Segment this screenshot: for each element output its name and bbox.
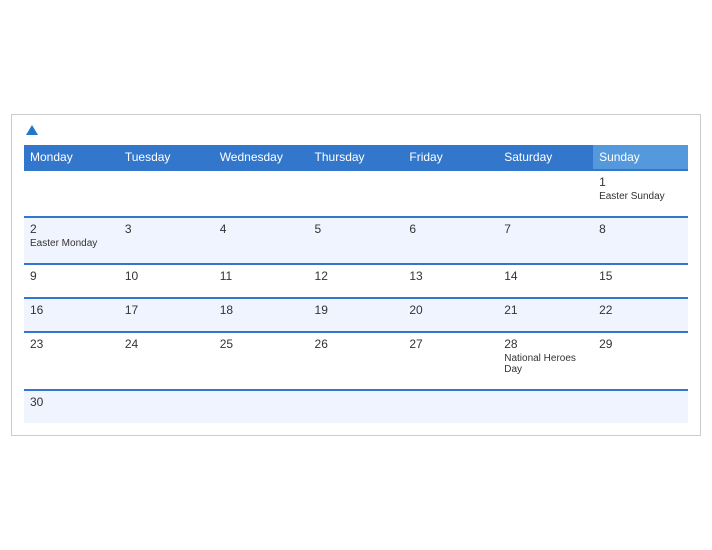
calendar-cell: 7 (498, 217, 593, 264)
calendar-cell: 11 (214, 264, 309, 298)
calendar-cell: 9 (24, 264, 119, 298)
day-number: 24 (125, 337, 208, 351)
day-number: 29 (599, 337, 682, 351)
day-number: 3 (125, 222, 208, 236)
week-row-4: 16 17 18 19 20 21 22 (24, 298, 688, 332)
day-number: 1 (599, 175, 682, 189)
day-number: 12 (315, 269, 398, 283)
calendar-cell (119, 170, 214, 217)
day-number: 11 (220, 269, 303, 283)
day-number: 25 (220, 337, 303, 351)
calendar-cell: 23 (24, 332, 119, 390)
day-number: 2 (30, 222, 113, 236)
calendar-cell: 6 (403, 217, 498, 264)
logo-triangle-icon (26, 125, 38, 135)
calendar-cell: 30 (24, 390, 119, 423)
calendar-cell: 5 (309, 217, 404, 264)
calendar-cell: 14 (498, 264, 593, 298)
calendar-cell: 12 (309, 264, 404, 298)
calendar-cell (498, 390, 593, 423)
calendar-cell (309, 390, 404, 423)
day-number: 26 (315, 337, 398, 351)
calendar-cell (24, 170, 119, 217)
day-event: National Heroes Day (504, 353, 587, 375)
day-number: 22 (599, 303, 682, 317)
calendar-cell: 28 National Heroes Day (498, 332, 593, 390)
calendar-cell: 10 (119, 264, 214, 298)
day-number: 14 (504, 269, 587, 283)
calendar-cell: 25 (214, 332, 309, 390)
week-row-6: 30 (24, 390, 688, 423)
calendar-cell: 21 (498, 298, 593, 332)
day-event: Easter Monday (30, 238, 113, 249)
weekday-header-saturday: Saturday (498, 145, 593, 170)
calendar-cell: 18 (214, 298, 309, 332)
weekday-header-wednesday: Wednesday (214, 145, 309, 170)
day-number: 9 (30, 269, 113, 283)
calendar-cell (214, 170, 309, 217)
weekday-header-friday: Friday (403, 145, 498, 170)
day-number: 4 (220, 222, 303, 236)
calendar-cell: 19 (309, 298, 404, 332)
day-number: 15 (599, 269, 682, 283)
calendar-cell: 22 (593, 298, 688, 332)
day-number: 21 (504, 303, 587, 317)
day-number: 16 (30, 303, 113, 317)
weekday-header-monday: Monday (24, 145, 119, 170)
day-number: 6 (409, 222, 492, 236)
calendar-cell: 3 (119, 217, 214, 264)
day-number: 19 (315, 303, 398, 317)
calendar-cell: 4 (214, 217, 309, 264)
calendar-cell (214, 390, 309, 423)
calendar-cell: 27 (403, 332, 498, 390)
week-row-5: 23 24 25 26 27 28 National Heroes Day 29 (24, 332, 688, 390)
calendar-cell: 1 Easter Sunday (593, 170, 688, 217)
weekday-header-tuesday: Tuesday (119, 145, 214, 170)
week-row-1: 1 Easter Sunday (24, 170, 688, 217)
calendar-table: MondayTuesdayWednesdayThursdayFridaySatu… (24, 145, 688, 423)
calendar-cell (593, 390, 688, 423)
calendar-cell: 17 (119, 298, 214, 332)
calendar-cell: 20 (403, 298, 498, 332)
day-event: Easter Sunday (599, 191, 682, 202)
day-number: 18 (220, 303, 303, 317)
calendar-cell (119, 390, 214, 423)
day-number: 10 (125, 269, 208, 283)
calendar-cell (403, 390, 498, 423)
day-number: 8 (599, 222, 682, 236)
calendar-cell: 15 (593, 264, 688, 298)
calendar-cell: 2 Easter Monday (24, 217, 119, 264)
calendar-cell (498, 170, 593, 217)
day-number: 5 (315, 222, 398, 236)
calendar-cell: 8 (593, 217, 688, 264)
logo (24, 125, 38, 135)
calendar-cell (309, 170, 404, 217)
week-row-3: 9 10 11 12 13 14 15 (24, 264, 688, 298)
calendar-cell: 24 (119, 332, 214, 390)
calendar-container: MondayTuesdayWednesdayThursdayFridaySatu… (11, 114, 701, 436)
day-number: 28 (504, 337, 587, 351)
weekday-header-thursday: Thursday (309, 145, 404, 170)
week-row-2: 2 Easter Monday 345678 (24, 217, 688, 264)
calendar-cell (403, 170, 498, 217)
day-number: 7 (504, 222, 587, 236)
calendar-header (24, 125, 688, 135)
day-number: 30 (30, 395, 113, 409)
day-number: 17 (125, 303, 208, 317)
day-number: 13 (409, 269, 492, 283)
day-number: 27 (409, 337, 492, 351)
calendar-cell: 29 (593, 332, 688, 390)
weekday-header-sunday: Sunday (593, 145, 688, 170)
calendar-cell: 26 (309, 332, 404, 390)
calendar-cell: 16 (24, 298, 119, 332)
day-number: 23 (30, 337, 113, 351)
weekday-header-row: MondayTuesdayWednesdayThursdayFridaySatu… (24, 145, 688, 170)
day-number: 20 (409, 303, 492, 317)
calendar-cell: 13 (403, 264, 498, 298)
